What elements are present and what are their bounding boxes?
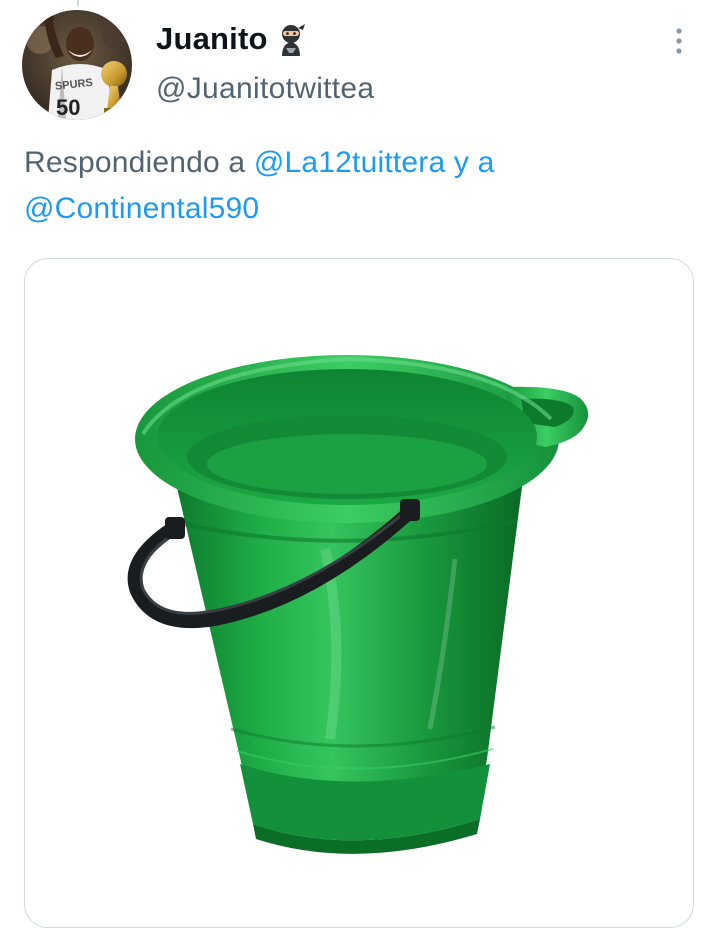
green-bucket-image: [25, 259, 693, 927]
display-name-row: Juanito: [156, 18, 374, 60]
more-vertical-icon: [676, 28, 682, 54]
tweet-media-card[interactable]: [24, 258, 694, 928]
more-options-button[interactable]: [664, 26, 694, 56]
tweet-author-header: Juanito @Juanitotwittea: [156, 18, 374, 106]
thread-connector-line: [77, 0, 79, 6]
avatar-image: SPURS 50: [22, 10, 132, 120]
user-handle[interactable]: @Juanitotwittea: [156, 72, 374, 106]
reply-context: Respondiendo a @La12tuittera y a @Contin…: [24, 140, 684, 232]
reply-connector: y a: [445, 146, 495, 179]
mention-link-continental590[interactable]: @Continental590: [24, 192, 259, 225]
reply-prefix: Respondiendo a: [24, 146, 254, 179]
avatar[interactable]: SPURS 50: [22, 10, 132, 120]
avatar-jersey-number: 50: [56, 95, 80, 120]
mention-link-la12tuittera[interactable]: @La12tuittera: [254, 146, 446, 179]
ninja-icon: [276, 22, 306, 56]
display-name[interactable]: Juanito: [156, 21, 268, 57]
